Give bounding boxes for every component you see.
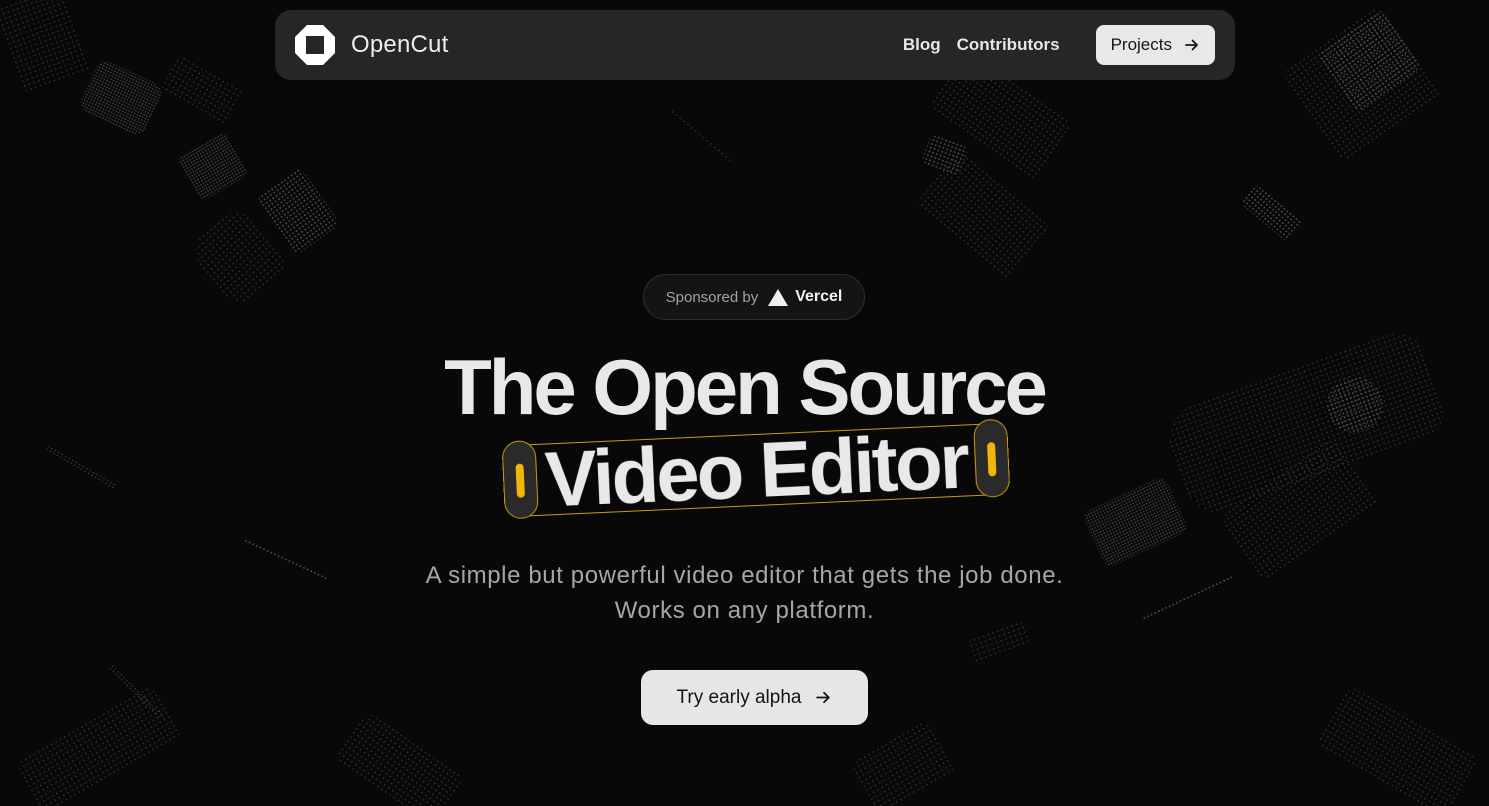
vercel-triangle-icon xyxy=(768,288,789,306)
clip-trim-handle-right xyxy=(972,418,1011,499)
brand-name: OpenCut xyxy=(351,31,449,58)
hero-subtitle-line-2: Works on any platform. xyxy=(614,597,875,624)
brand-home-link[interactable]: OpenCut xyxy=(295,25,448,65)
hero-title-line-1: The Open Source xyxy=(444,343,1048,431)
projects-button-label: Projects xyxy=(1110,35,1172,54)
opencut-logo-icon xyxy=(295,25,335,65)
nav-links: Blog Contributors Projects xyxy=(887,25,1215,65)
sponsor-name: Vercel xyxy=(795,288,843,305)
handle-grip-right xyxy=(986,442,997,477)
top-navbar: OpenCut Blog Contributors Projects xyxy=(275,10,1235,80)
arrow-right-icon xyxy=(1185,39,1198,51)
cta-label: Try early alpha xyxy=(676,686,802,708)
hero-title-line-2: Video Editor xyxy=(543,416,969,524)
nav-link-blog[interactable]: Blog xyxy=(903,35,941,55)
hero-subtitle-line-1: A simple but powerful video editor that … xyxy=(425,562,1064,589)
arrow-right-icon xyxy=(816,691,831,704)
projects-button[interactable]: Projects xyxy=(1095,25,1215,65)
clip-trim-handle-left xyxy=(501,439,539,520)
try-early-alpha-button[interactable]: Try early alpha xyxy=(641,670,868,725)
nav-link-contributors[interactable]: Contributors xyxy=(957,35,1060,55)
sponsor-badge[interactable]: Sponsored by Vercel xyxy=(643,274,865,320)
handle-grip-left xyxy=(515,463,526,498)
sponsor-prefix: Sponsored by xyxy=(665,288,759,306)
landing-page: OpenCut Blog Contributors Projects Spons… xyxy=(0,0,1489,806)
